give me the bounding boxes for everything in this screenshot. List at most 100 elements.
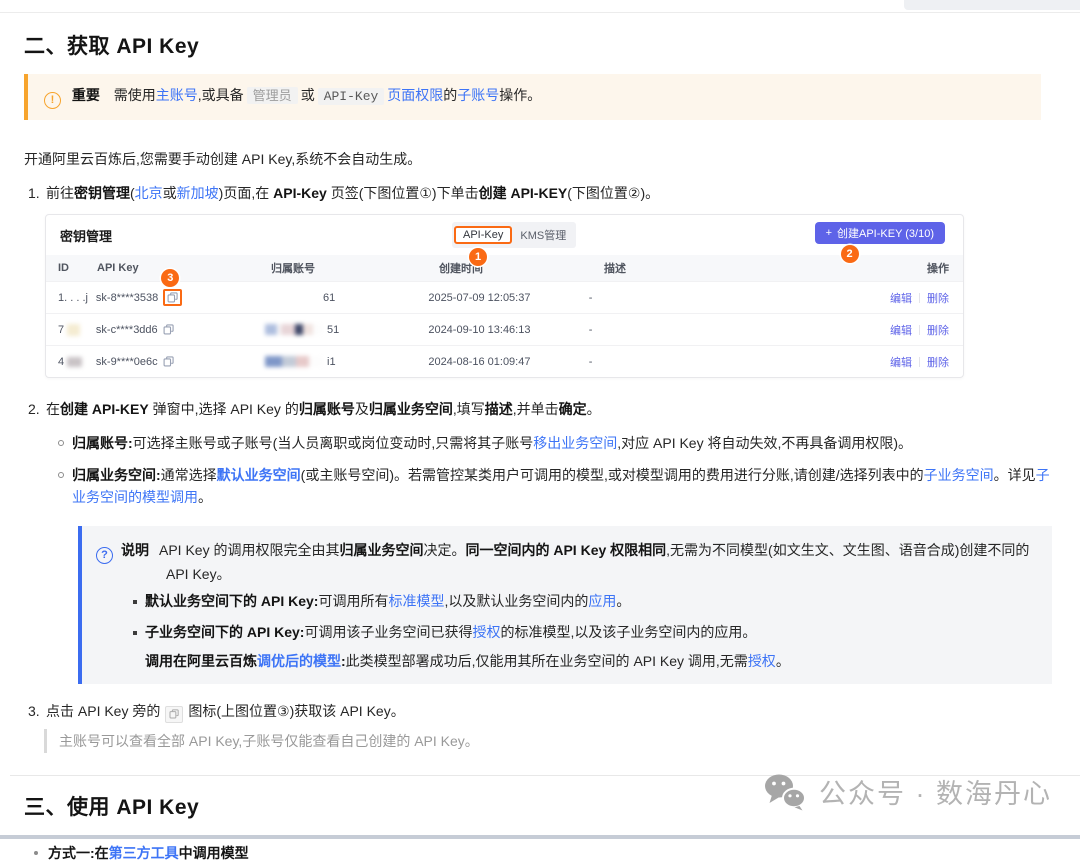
text-segment: ,或具备 [198, 87, 244, 103]
text-segment: 需使用 [114, 87, 156, 103]
note-intro: 说明API Key 的调用权限完全由其归属业务空间决定。同一空间内的 API K… [96, 540, 1032, 585]
create-api-key-label: 创建API-KEY (3/10) [837, 225, 934, 241]
text-segment: ,填写 [453, 401, 485, 417]
text-segment: 归属账号 [299, 401, 355, 417]
sub-bullet-account: 归属账号:可选择主账号或子账号(当人员离职或岗位变动时,只需将其子账号移出业务空… [58, 432, 1056, 454]
text-segment: 。 [587, 401, 601, 417]
cell-desc: - [589, 356, 890, 368]
step-3-number: 3. [28, 700, 42, 722]
text-segment: 通常选择 [161, 467, 217, 483]
step-2-sublist: 归属账号:可选择主账号或子账号(当人员离职或岗位变动时,只需将其子账号移出业务空… [58, 432, 1056, 508]
important-notice: 重要 需使用主账号,或具备管理员或API-Key页面权限的子账号操作。 [24, 74, 1041, 120]
notice-text: 需使用主账号,或具备管理员或API-Key页面权限的子账号操作。 [114, 87, 542, 103]
inline-link[interactable]: 第三方工具 [109, 845, 179, 861]
inline-link[interactable]: 北京 [135, 185, 163, 201]
callout-badge-1: 1 [469, 248, 487, 266]
inline-link[interactable]: 移出业务空间 [533, 435, 617, 451]
inline-link[interactable]: 新加坡 [177, 185, 219, 201]
text-segment: 或 [163, 185, 177, 201]
document-body: 二、获取 API Key 重要 需使用主账号,或具备管理员或API-Key页面权… [0, 13, 1080, 863]
cell-ops: 编辑 删除 [890, 354, 963, 370]
delete-link[interactable]: 删除 [927, 354, 949, 370]
redacted-blur [67, 357, 82, 367]
note-bullet-sub-space-text: 子业务空间下的 API Key:可调用该子业务空间已获得授权的标准模型,以及该子… [145, 624, 756, 640]
cell-account: 61 [265, 292, 428, 304]
tab-api-key[interactable]: API-Key [454, 226, 512, 244]
intro-paragraph: 开通阿里云百炼后,您需要手动创建 API Key,系统不会自动生成。 [24, 148, 1056, 170]
text-segment: 方式一:在 [48, 845, 109, 861]
method-1-text: 方式一:在第三方工具中调用模型 [48, 845, 249, 861]
notice-label: 重要 [72, 87, 100, 103]
text-segment: 管理员 [247, 87, 298, 104]
console-page-title: 密钥管理 [60, 226, 112, 245]
edit-link[interactable]: 编辑 [890, 290, 912, 306]
text-segment: 的 [443, 87, 457, 103]
inline-link[interactable]: 授权 [472, 624, 500, 640]
text-segment: 归属业务空间: [72, 467, 161, 483]
header-created: 创建时间 [439, 260, 604, 276]
copy-icon [165, 706, 183, 723]
sub-bullet-account-text: 归属账号:可选择主账号或子账号(当人员离职或岗位变动时,只需将其子账号移出业务空… [72, 435, 912, 451]
step-2-number: 2. [28, 398, 42, 420]
step-1-number: 1. [28, 182, 42, 204]
console-tab-group: API-Key KMS管理 1 [452, 222, 576, 248]
watermark-text: 公众号 · 数海丹心 [819, 772, 1052, 811]
header-desc: 描述 [604, 260, 914, 276]
inline-link[interactable]: 应用 [588, 593, 616, 609]
watermark: 公众号 · 数海丹心 [763, 772, 1052, 811]
copy-icon[interactable] [163, 324, 174, 335]
sub-bullet-workspace: 归属业务空间:通常选择默认业务空间(或主账号空间)。若需管控某类用户可调用的模型… [58, 464, 1056, 508]
text-segment: 中调用模型 [179, 845, 249, 861]
ops-divider [919, 293, 920, 303]
cell-desc: - [589, 324, 890, 336]
copy-icon[interactable]: 3 [163, 289, 182, 306]
cell-api-key: sk-8****3538 3 [96, 289, 265, 306]
text-segment: )页面,在 [219, 185, 273, 201]
delete-link[interactable]: 删除 [927, 322, 949, 338]
cell-id: 1. . . .j [46, 292, 96, 304]
copy-icon[interactable] [163, 356, 174, 367]
tab-kms[interactable]: KMS管理 [512, 224, 574, 246]
inline-link[interactable]: 页面权限 [387, 87, 443, 103]
text-segment: (下图位置②)。 [567, 185, 659, 201]
inline-link[interactable]: 子账号 [457, 87, 499, 103]
account-tail: 51 [327, 324, 339, 336]
redacted-blur [265, 356, 323, 367]
text-segment: 确定 [559, 401, 587, 417]
cell-created: 2025-07-09 12:05:37 [428, 292, 588, 304]
api-key-value: sk-c****3dd6 [96, 324, 158, 336]
permission-quote: 主账号可以查看全部 API Key,子账号仅能查看自己创建的 API Key。 [44, 729, 1056, 753]
step-1-text: 前往密钥管理(北京或新加坡)页面,在 API-Key 页签(下图位置①)下单击创… [46, 185, 659, 201]
account-tail: i1 [327, 356, 336, 368]
inline-link[interactable]: 标准模型 [388, 593, 444, 609]
delete-link[interactable]: 删除 [927, 290, 949, 306]
inline-link[interactable]: 主账号 [156, 87, 198, 103]
inline-link[interactable]: 子业务空间 [924, 467, 994, 483]
text-segment: 描述 [485, 401, 513, 417]
edit-link[interactable]: 编辑 [890, 354, 912, 370]
window-bottom-edge [0, 835, 1080, 839]
text-segment: 。详见 [994, 467, 1036, 483]
inline-link[interactable]: 调优后的模型 [257, 653, 341, 669]
step-1: 1.前往密钥管理(北京或新加坡)页面,在 API-Key 页签(下图位置①)下单… [28, 182, 1056, 204]
text-segment: 创建 API-KEY [60, 401, 149, 417]
header-api-key: API Key [97, 262, 271, 274]
text-segment: API Key 的调用权限完全由其 [159, 542, 339, 558]
console-screenshot: 密钥管理 API-Key KMS管理 1 + 创建API-KEY (3/10) … [45, 214, 964, 378]
note-label: 说明 [121, 542, 149, 558]
text-segment: 可调用该子业务空间已获得 [304, 624, 472, 640]
cell-created: 2024-08-16 01:09:47 [428, 356, 588, 368]
inline-link[interactable]: 授权 [748, 653, 776, 669]
id-value: 4 [58, 356, 64, 368]
text-segment: 默认业务空间下的 API Key: [145, 593, 318, 609]
create-api-key-button[interactable]: + 创建API-KEY (3/10) 2 [815, 222, 945, 244]
note-bullet-default-space-text: 默认业务空间下的 API Key:可调用所有标准模型,以及默认业务空间内的应用。 [145, 593, 630, 609]
cell-created: 2024-09-10 13:46:13 [428, 324, 588, 336]
note-bullet-default-space: 默认业务空间下的 API Key:可调用所有标准模型,以及默认业务空间内的应用。 [133, 591, 1032, 612]
edit-link[interactable]: 编辑 [890, 322, 912, 338]
table-header-row: ID API Key 归属账号 创建时间 描述 操作 [46, 255, 963, 281]
text-segment: 此类模型部署成功后,仅能用其所在业务空间的 API Key 调用,无需 [346, 653, 748, 669]
inline-link[interactable]: 默认业务空间 [217, 467, 301, 483]
text-segment: 弹窗中,选择 API Key 的 [149, 401, 299, 417]
text-segment: 决定。 [423, 542, 465, 558]
